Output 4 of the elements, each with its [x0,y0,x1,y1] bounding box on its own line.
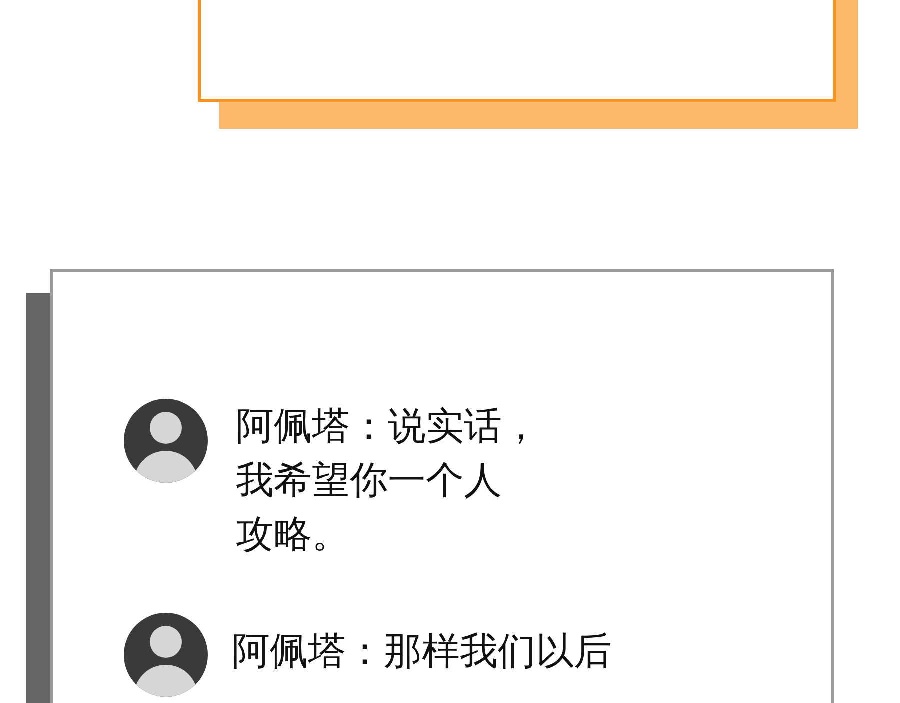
message-text: 阿佩塔：那样我们以后 [232,628,612,675]
avatar-icon [124,399,208,483]
avatar-icon [124,613,208,697]
message-text: 阿佩塔：说实话， 我希望你一个人 攻略。 [236,403,540,558]
